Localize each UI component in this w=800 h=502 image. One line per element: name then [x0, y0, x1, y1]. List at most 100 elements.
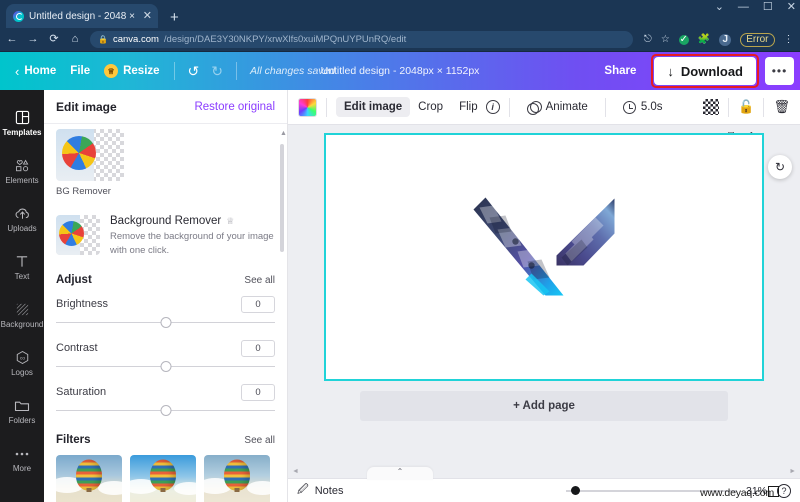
scroll-right-caret[interactable]: ►	[789, 468, 796, 475]
close-icon[interactable]: ✕	[143, 10, 152, 22]
rotate-handle[interactable]: ↻	[768, 155, 792, 179]
resize-button[interactable]: ♕ Resize	[97, 60, 166, 82]
zoom-knob[interactable]	[570, 486, 580, 495]
share-button[interactable]: Share	[595, 60, 645, 82]
shield-check-icon[interactable]: ✓	[678, 34, 689, 45]
left-sidebar-rail: Templates Elements Uploads Text Backgrou…	[0, 90, 44, 502]
bg-remover-preview[interactable]: BG Remover	[56, 124, 275, 197]
extensions-puzzle-icon[interactable]: 🧩	[698, 34, 710, 45]
url-host: canva.com	[112, 34, 159, 45]
animate-button[interactable]: Animate	[519, 97, 596, 118]
document-title[interactable]: Untitled design - 2048px × 1152px	[321, 65, 480, 77]
chevron-down-icon[interactable]: ⌄	[715, 2, 724, 13]
download-button[interactable]: ↓ Download	[654, 57, 756, 85]
duration-label: 5.0s	[640, 101, 663, 113]
bookmark-star-icon[interactable]: ☆	[661, 34, 670, 45]
design-page[interactable]	[324, 133, 764, 381]
panel-scrollbar[interactable]: ▲	[280, 130, 287, 496]
sidebar-item-background[interactable]: Background	[0, 291, 44, 339]
info-icon[interactable]: i	[485, 100, 500, 114]
download-highlight-wrapper: ↓ Download	[651, 54, 759, 88]
contrast-knob[interactable]	[160, 360, 171, 372]
color-swatch-button[interactable]	[298, 97, 317, 117]
filters-section-header: Filters See all	[56, 434, 275, 446]
maximize-icon[interactable]: ☐	[763, 2, 773, 13]
saturation-value[interactable]: 0	[241, 383, 275, 401]
home-button[interactable]: ‹ Home	[8, 60, 63, 83]
duration-button[interactable]: 5.0s	[615, 97, 671, 118]
restore-original-button[interactable]: Restore original	[194, 101, 275, 113]
brightness-label-row: Brightness 0	[56, 295, 275, 313]
help-icon[interactable]: ?	[777, 483, 791, 498]
filter-thumbnail[interactable]	[204, 454, 270, 502]
balloon-basket	[160, 488, 166, 492]
saturation-label: Saturation	[56, 386, 107, 399]
sidebar-label-elements: Elements	[5, 176, 39, 185]
sidebar-item-more[interactable]: More	[0, 435, 44, 483]
filter-thumbnail[interactable]	[56, 454, 122, 502]
folders-icon	[14, 397, 30, 414]
browser-toolbar-icons: ⎋ ☆ ✓ 🧩 J Error ⋮	[644, 32, 795, 47]
forward-icon[interactable]: →	[27, 34, 39, 45]
flip-button[interactable]: Flip	[451, 97, 486, 117]
filters-see-all[interactable]: See all	[244, 435, 275, 446]
sidebar-item-uploads[interactable]: Uploads	[0, 195, 44, 243]
sidebar-item-elements[interactable]: Elements	[0, 147, 44, 195]
sidebar-item-logos[interactable]: co Logos	[0, 339, 44, 387]
scroll-thumb[interactable]	[280, 144, 284, 252]
contrast-value[interactable]: 0	[241, 339, 275, 357]
contrast-slider[interactable]	[56, 360, 275, 374]
crop-button[interactable]: Crop	[410, 97, 451, 117]
add-page-button[interactable]: + Add page	[360, 391, 728, 421]
notes-button[interactable]: 🖉 Notes	[297, 481, 343, 500]
chevron-left-icon: ‹	[15, 63, 20, 79]
delete-icon[interactable]: 🗑	[773, 99, 790, 115]
file-menu-button[interactable]: File	[63, 61, 97, 81]
background-remover-card[interactable]: Background Remover ♕ Remove the backgrou…	[56, 215, 275, 258]
notes-label: Notes	[314, 484, 344, 497]
saturation-knob[interactable]	[160, 404, 171, 416]
notes-pencil-icon: 🖉	[297, 484, 309, 496]
browser-tab[interactable]: Untitled design - 2048 × 1152px ✕	[6, 4, 158, 28]
sidebar-item-text[interactable]: Text	[0, 243, 44, 291]
brightness-slider-row: Brightness 0	[56, 295, 275, 330]
canva-editor-window: Untitled design - 2048 × 1152px ✕ + ⌄ — …	[0, 0, 800, 502]
error-badge[interactable]: Error	[740, 32, 775, 47]
edit-image-tab[interactable]: Edit image	[336, 97, 411, 117]
valorant-v-logo[interactable]	[472, 196, 617, 319]
filter-thumbnail[interactable]	[130, 454, 196, 502]
canva-topbar: ‹ Home File ♕ Resize ↺ ↻ All changes sav…	[0, 52, 800, 90]
adjust-see-all[interactable]: See all	[244, 275, 275, 286]
back-icon[interactable]: ←	[6, 34, 18, 45]
undo-icon[interactable]: ↺	[182, 60, 206, 83]
sidebar-item-folders[interactable]: Folders	[0, 387, 44, 435]
minimize-icon[interactable]: —	[738, 2, 749, 13]
svg-text:co: co	[20, 355, 25, 360]
transparency-icon[interactable]	[703, 99, 720, 115]
window-close-icon[interactable]: ✕	[787, 2, 796, 13]
background-remover-info: Background Remover ♕ Remove the backgrou…	[110, 215, 275, 258]
browser-menu-icon[interactable]: ⋮	[784, 34, 795, 45]
lock-icon[interactable]: 🔓	[738, 99, 754, 115]
redo-icon[interactable]: ↻	[205, 60, 229, 83]
lock-icon: 🔒	[98, 35, 108, 44]
scroll-left-caret[interactable]: ◄	[292, 468, 299, 475]
animate-icon	[526, 100, 542, 115]
fullscreen-icon[interactable]	[768, 486, 779, 497]
more-options-button[interactable]: •••	[765, 57, 794, 85]
url-input[interactable]: 🔒 canva.com/design/DAE3Y30NKPY/xrwXlfs0x…	[90, 31, 633, 48]
brightness-label: Brightness	[56, 298, 108, 311]
saturation-slider[interactable]	[56, 404, 275, 418]
brightness-slider[interactable]	[56, 316, 275, 330]
home-icon[interactable]: ⌂	[69, 34, 81, 45]
toolbar-divider-2	[236, 62, 238, 80]
reload-icon[interactable]: ⟳	[48, 34, 60, 45]
sidebar-item-templates[interactable]: Templates	[0, 99, 44, 147]
brightness-value[interactable]: 0	[241, 295, 275, 313]
horizontal-scrollbar[interactable]: ◄ ►	[288, 464, 800, 478]
page-collapse-tab[interactable]: ⌃	[367, 467, 433, 480]
brightness-knob[interactable]	[160, 316, 171, 328]
new-tab-button[interactable]: +	[170, 10, 179, 25]
share-icon[interactable]: ⎋	[644, 34, 652, 45]
profile-avatar[interactable]: J	[719, 33, 732, 46]
